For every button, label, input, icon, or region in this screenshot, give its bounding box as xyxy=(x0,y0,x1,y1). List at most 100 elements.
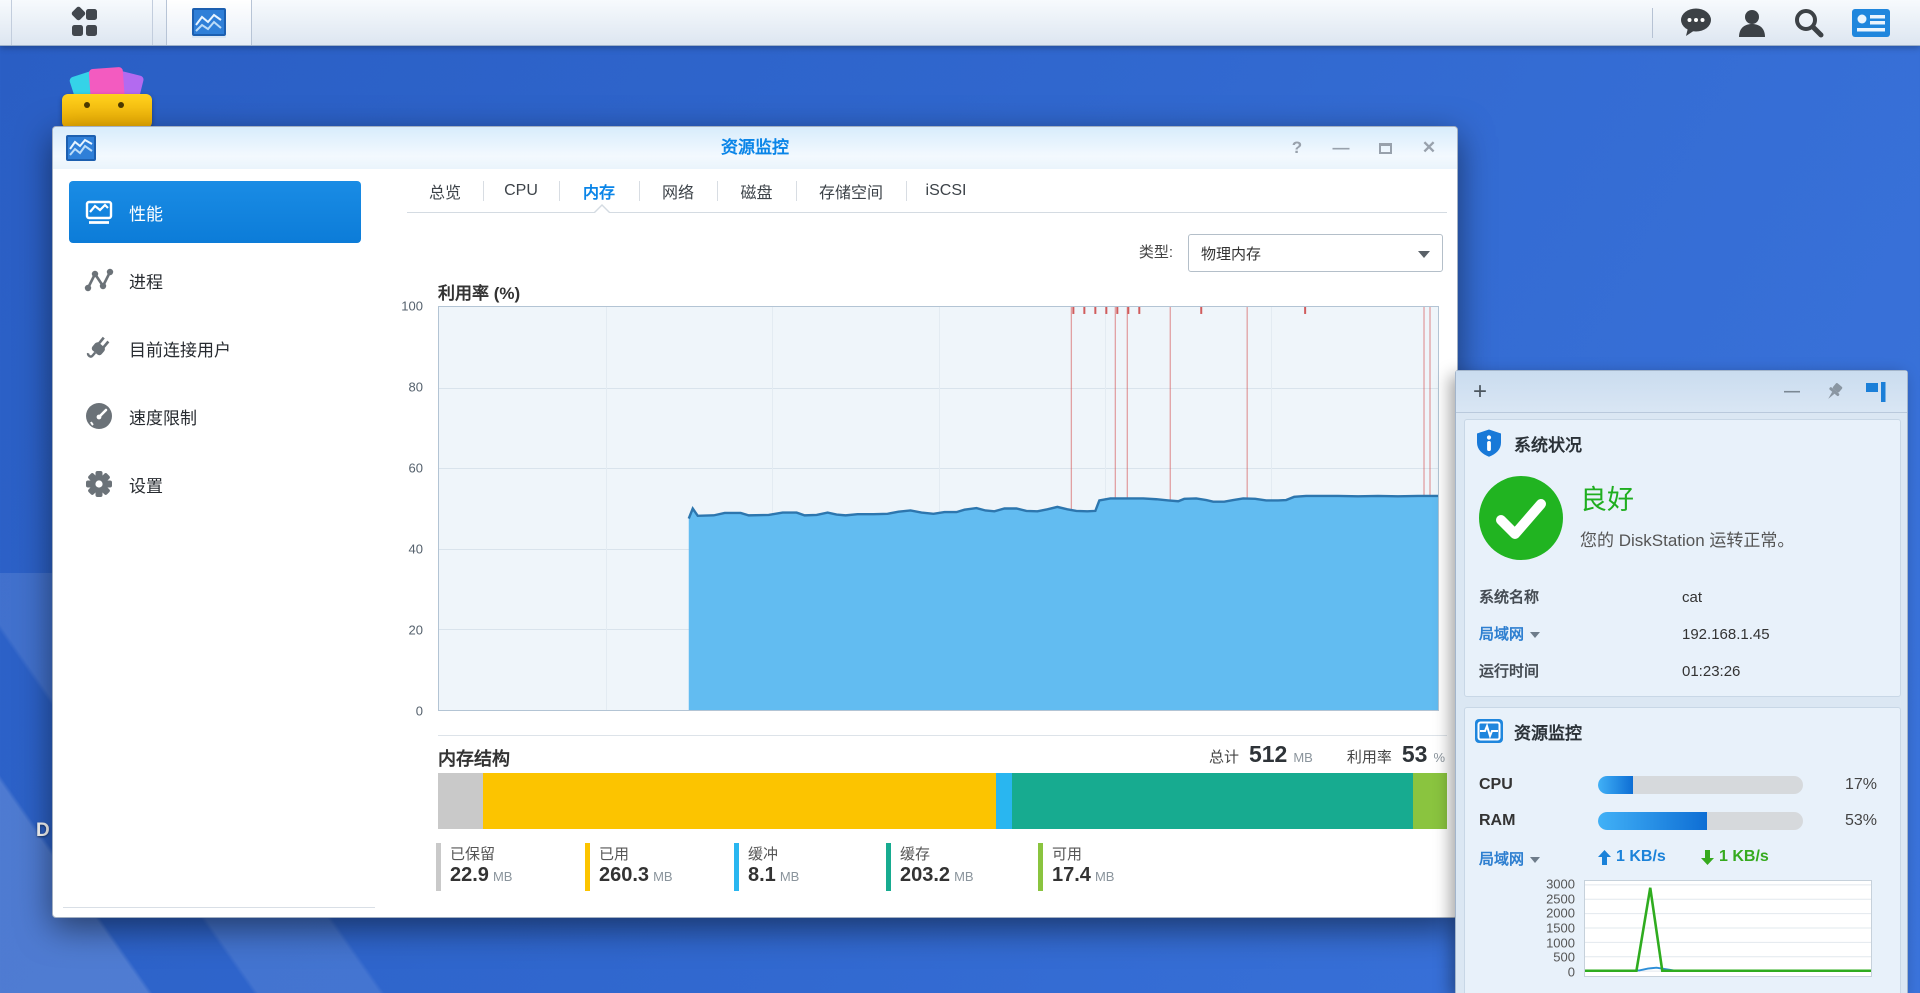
memory-legend-item: 已保留 22.9MB xyxy=(436,843,512,895)
memory-bar-segment xyxy=(483,773,996,829)
resource-monitor-icon xyxy=(190,7,228,39)
status-description: 您的 DiskStation 运转正常。 xyxy=(1580,526,1794,551)
package-center-icon[interactable] xyxy=(62,72,152,128)
dock-panel-button[interactable] xyxy=(1858,371,1894,413)
system-status-widget: 系统状况 良好 您的 DiskStation 运转正常。 系统名称 cat 局域… xyxy=(1464,419,1901,697)
taskbar xyxy=(0,0,1920,46)
pin-panel-button[interactable] xyxy=(1816,371,1852,413)
chevron-down-icon xyxy=(1530,857,1540,863)
tab-volume[interactable]: 存储空间 xyxy=(796,169,906,212)
active-tab-caret xyxy=(593,204,611,213)
memory-type-dropdown[interactable]: 物理内存 xyxy=(1188,234,1443,272)
lan-ip-value: 192.168.1.45 xyxy=(1682,623,1770,647)
memory-legend-item: 已用 260.3MB xyxy=(585,843,673,895)
tab-bar: 总览 CPU 内存 网络 磁盘 存储空间 iSCSI xyxy=(407,169,1447,213)
cpu-percent: 17% xyxy=(1845,774,1877,796)
widget-panel-header: + — xyxy=(1456,371,1907,413)
user-menu-button[interactable] xyxy=(1729,0,1775,45)
package-box-icon xyxy=(62,94,152,128)
memory-legend-strip xyxy=(585,843,590,891)
util-unit: % xyxy=(1433,750,1445,765)
memory-bar-segment xyxy=(996,773,1012,829)
desktop-icon-label: D xyxy=(36,820,50,842)
widget-lan-dropdown[interactable]: 局域网 xyxy=(1479,848,1540,872)
util-label: 利用率 xyxy=(1347,746,1392,767)
status-ok-icon xyxy=(1479,476,1563,560)
ram-label: RAM xyxy=(1479,810,1515,832)
memory-legend-strip xyxy=(734,843,739,891)
main-menu-button[interactable] xyxy=(13,0,153,45)
utilization-y-axis: 100 80 60 40 20 0 xyxy=(381,306,431,711)
memory-bar-segment xyxy=(1413,773,1447,829)
cpu-label: CPU xyxy=(1479,774,1513,796)
collapse-panel-button[interactable]: — xyxy=(1774,371,1810,413)
memory-bar-segment xyxy=(1012,773,1413,829)
memory-legend-strip xyxy=(1038,843,1043,891)
resource-monitor-header: 资源监控 xyxy=(1474,716,1582,746)
system-name-value: cat xyxy=(1682,586,1702,610)
sidebar-item-connected-users[interactable]: 目前连接用户 xyxy=(69,317,361,379)
process-icon xyxy=(84,265,114,295)
utilization-area xyxy=(439,307,1438,710)
chevron-down-icon xyxy=(1418,251,1430,258)
resource-monitor-window: 资源监控 ? — ✕ 性能 进程 xyxy=(52,126,1458,918)
cpu-bar-fill xyxy=(1598,776,1633,794)
ram-bar xyxy=(1598,812,1803,830)
dock-right-icon xyxy=(1865,382,1887,402)
upload-rate: 1 KB/s xyxy=(1598,848,1666,866)
download-rate: 1 KB/s xyxy=(1701,848,1769,866)
minimize-button[interactable]: — xyxy=(1329,135,1353,161)
total-value: 512 xyxy=(1249,741,1287,768)
lan-dropdown[interactable]: 局域网 xyxy=(1479,623,1540,647)
dropdown-value: 物理内存 xyxy=(1201,243,1261,264)
search-button[interactable] xyxy=(1785,0,1831,45)
utilization-chart xyxy=(438,306,1439,711)
close-button[interactable]: ✕ xyxy=(1417,135,1441,161)
sidebar-item-processes[interactable]: 进程 xyxy=(69,249,361,311)
resource-monitor-widget: 资源监控 CPU 17% RAM 53% 局域网 1 KB/s 1 KB/s 3… xyxy=(1464,707,1901,993)
taskbar-app-resource-monitor[interactable] xyxy=(166,0,252,45)
memory-legend-strip xyxy=(436,843,441,891)
user-icon xyxy=(1736,7,1768,39)
mini-chart-yticks: 300025002000150010005000 xyxy=(1465,880,1581,977)
window-titlebar[interactable]: 资源监控 ? — ✕ xyxy=(53,127,1457,169)
widgets-toggle-button[interactable] xyxy=(1848,0,1894,45)
chevron-down-icon xyxy=(1530,632,1540,638)
speedometer-icon xyxy=(84,401,114,431)
widget-title: 资源监控 xyxy=(1514,719,1582,744)
widget-panel: + — xyxy=(1455,370,1908,993)
chart-title: 利用率 (%) xyxy=(438,279,520,304)
chat-icon xyxy=(1679,7,1713,39)
sidebar-item-settings[interactable]: 设置 xyxy=(69,453,361,515)
widgets-panel-icon xyxy=(1851,8,1891,38)
tab-overview[interactable]: 总览 xyxy=(407,169,483,212)
resource-monitor-window-icon xyxy=(65,132,97,164)
ram-percent: 53% xyxy=(1845,810,1877,832)
pin-icon xyxy=(1823,381,1845,403)
type-label: 类型: xyxy=(1073,234,1173,272)
sidebar-item-performance[interactable]: 性能 xyxy=(69,181,361,243)
tab-network[interactable]: 网络 xyxy=(639,169,717,212)
system-name-label: 系统名称 xyxy=(1479,586,1539,610)
tab-disk[interactable]: 磁盘 xyxy=(717,169,796,212)
pulse-monitor-icon xyxy=(1474,716,1504,746)
plug-icon xyxy=(84,333,114,363)
maximize-button[interactable] xyxy=(1373,135,1397,161)
memory-legend-strip xyxy=(886,843,891,891)
notifications-button[interactable] xyxy=(1673,0,1719,45)
memory-section-title: 内存结构 xyxy=(438,745,510,771)
performance-icon xyxy=(84,197,114,227)
tab-cpu[interactable]: CPU xyxy=(483,169,559,212)
help-button[interactable]: ? xyxy=(1285,135,1309,161)
widget-title: 系统状况 xyxy=(1514,431,1582,456)
status-text: 良好 xyxy=(1580,478,1634,517)
system-status-header: 系统状况 xyxy=(1474,428,1582,458)
tab-iscsi[interactable]: iSCSI xyxy=(906,169,986,212)
ram-bar-fill xyxy=(1598,812,1707,830)
memory-legend-item: 可用 17.4MB xyxy=(1038,843,1114,895)
add-widget-button[interactable]: + xyxy=(1462,371,1498,413)
sidebar-item-speed-limit[interactable]: 速度限制 xyxy=(69,385,361,447)
taskbar-left-strip xyxy=(0,0,12,45)
sidebar-divider xyxy=(63,907,375,908)
mini-chart-area xyxy=(1584,880,1872,977)
